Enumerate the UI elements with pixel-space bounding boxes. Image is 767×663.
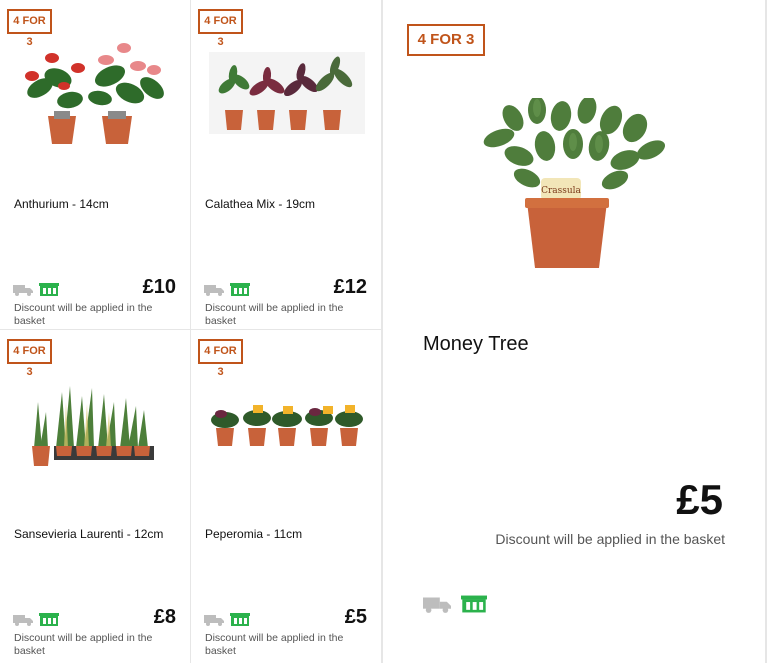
product-title[interactable]: Sansevieria Laurenti - 12cm [14, 527, 163, 541]
calathea-image [209, 52, 365, 134]
availability-icons [13, 613, 59, 626]
anthurium-image [25, 43, 164, 144]
click-and-collect-icon [230, 283, 250, 296]
offer-badge: 4 FOR 3 [407, 24, 485, 56]
discount-note: Discount will be applied in the basket [495, 531, 725, 547]
product-title[interactable]: Peperomia - 11cm [205, 527, 302, 541]
discount-note: Discount will be applied in the basket [205, 302, 344, 327]
click-and-collect-icon [39, 613, 59, 626]
product-price: £5 [676, 476, 723, 523]
click-and-collect-icon [39, 283, 59, 296]
click-and-collect-icon [230, 613, 250, 626]
product-price: £8 [153, 606, 176, 628]
pot-label-text: Crassula [541, 186, 581, 196]
offer-badge: 4 FOR 3 [7, 339, 52, 378]
availability-icons [423, 595, 487, 613]
product-card-anthurium[interactable]: 4 FOR 3 Anthurium - 14cm £10 Discount wi… [0, 0, 190, 329]
delivery-truck-icon [423, 597, 451, 613]
product-card-calathea[interactable]: 4 FOR 3 Calathea Mix - 19cm £12 Discount… [191, 0, 381, 329]
availability-icons [204, 283, 250, 296]
product-card-peperomia[interactable]: 4 FOR 3 Peperomia - 11cm £5 Discount wil… [191, 330, 381, 663]
peperomia-image [211, 405, 363, 446]
click-and-collect-icon [461, 595, 487, 613]
availability-icons [13, 283, 59, 296]
product-price: £10 [142, 276, 176, 298]
delivery-truck-icon [204, 614, 224, 626]
availability-icons [204, 613, 250, 626]
discount-note: Discount will be applied in the basket [205, 632, 344, 657]
product-card-sansevieria[interactable]: 4 FOR 3 Sansevieria Laurenti - 12cm £8 D… [0, 330, 190, 663]
discount-note: Discount will be applied in the basket [14, 632, 153, 657]
discount-note: Discount will be applied in the basket [14, 302, 153, 327]
product-price: £5 [344, 606, 367, 628]
delivery-truck-icon [13, 614, 33, 626]
offer-badge: 4 FOR 3 [7, 9, 52, 48]
featured-product-card-money-tree[interactable]: 4 FOR 3 Crassula Money Tree £5 Discount … [383, 0, 765, 663]
product-title[interactable]: Money Tree [423, 333, 529, 356]
product-price: £12 [333, 276, 367, 298]
product-title[interactable]: Anthurium - 14cm [14, 197, 109, 211]
delivery-truck-icon [13, 284, 33, 296]
delivery-truck-icon [204, 284, 224, 296]
offer-badge: 4 FOR 3 [198, 339, 243, 378]
offer-badge: 4 FOR 3 [198, 9, 243, 48]
money-tree-image: Crassula [483, 98, 666, 268]
product-title[interactable]: Calathea Mix - 19cm [205, 197, 315, 211]
sansevieria-image [32, 386, 154, 466]
